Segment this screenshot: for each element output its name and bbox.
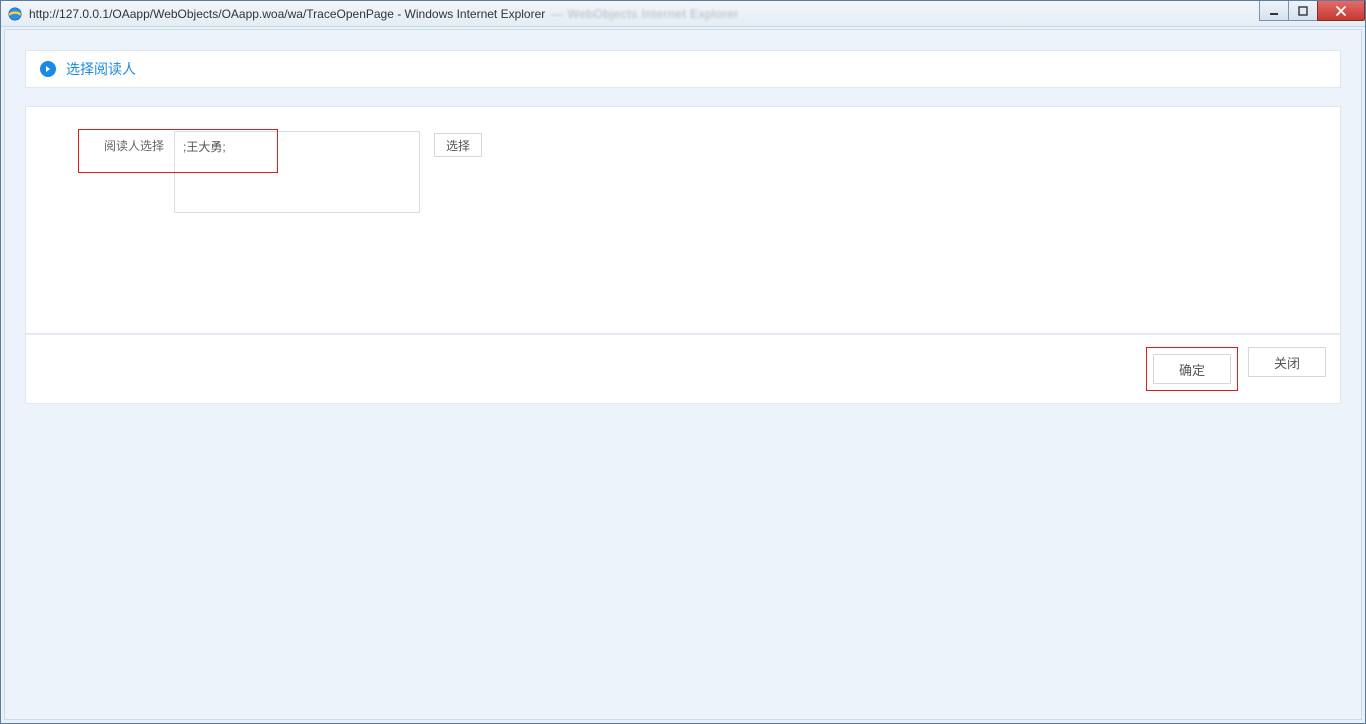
- window-frame: http://127.0.0.1/OAapp/WebObjects/OAapp.…: [0, 0, 1366, 724]
- reader-textarea[interactable]: [174, 131, 420, 213]
- window-controls: [1260, 1, 1365, 21]
- select-button[interactable]: 选择: [434, 133, 482, 157]
- window-title-blurred: — WebObjects Internet Explorer: [551, 7, 739, 21]
- client-area: 选择阅读人 阅读人选择 选择 确定 关闭: [4, 29, 1362, 720]
- titlebar: http://127.0.0.1/OAapp/WebObjects/OAapp.…: [1, 1, 1365, 27]
- confirm-button[interactable]: 确定: [1153, 354, 1231, 384]
- panel-title: 选择阅读人: [66, 59, 136, 79]
- close-window-button[interactable]: [1317, 1, 1365, 21]
- minimize-button[interactable]: [1259, 1, 1289, 21]
- panel-footer: 确定 关闭: [25, 334, 1341, 404]
- arrow-right-circle-icon: [40, 61, 56, 77]
- panel-header: 选择阅读人: [26, 51, 1340, 87]
- maximize-button[interactable]: [1288, 1, 1318, 21]
- highlight-confirm-box: 确定: [1146, 347, 1238, 391]
- close-button[interactable]: 关闭: [1248, 347, 1326, 377]
- ie-icon: [7, 6, 23, 22]
- panel-header-container: 选择阅读人: [25, 50, 1341, 88]
- window-title: http://127.0.0.1/OAapp/WebObjects/OAapp.…: [29, 7, 545, 21]
- reader-row: 阅读人选择 选择: [76, 131, 1316, 213]
- reader-label: 阅读人选择: [76, 131, 174, 154]
- panel-body: 阅读人选择 选择: [25, 106, 1341, 334]
